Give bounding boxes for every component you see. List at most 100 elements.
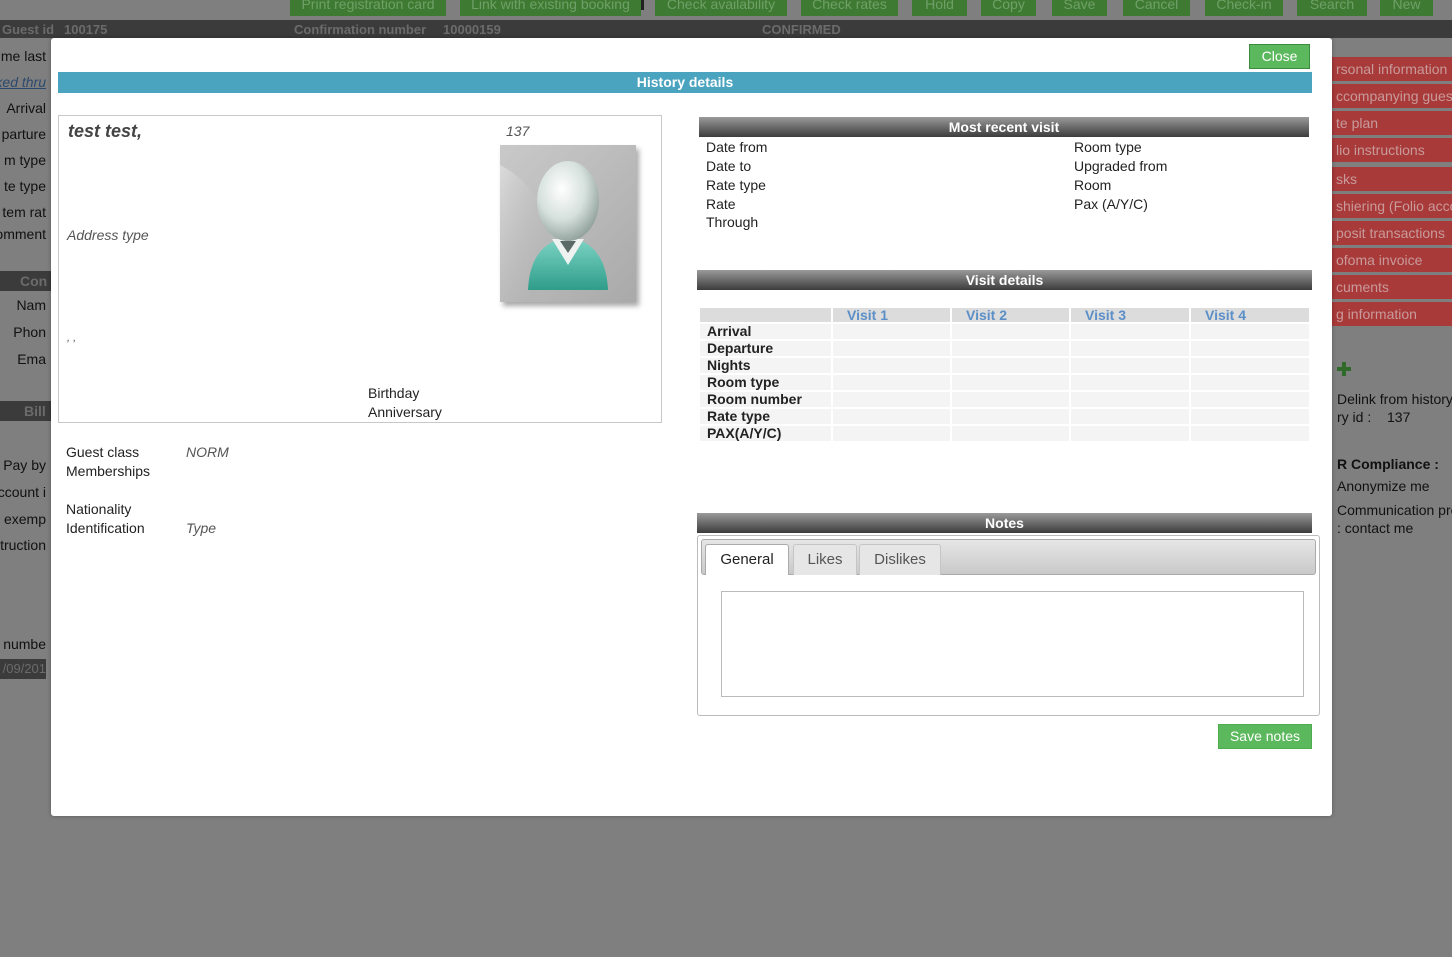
table-cell <box>833 358 950 373</box>
bg-label: m type <box>3 152 46 168</box>
identification-type-value: Type <box>186 520 217 536</box>
table-cell <box>833 324 950 339</box>
anonymize-option[interactable]: Anonymize me <box>1337 478 1430 494</box>
menu-tasks[interactable]: sks <box>1332 167 1452 191</box>
search-button[interactable]: Search <box>1297 0 1367 16</box>
check-in-button[interactable]: Check-in <box>1205 0 1283 16</box>
pax-label: Pax (A/Y/C) <box>1074 196 1148 212</box>
bg-label: me last <box>0 48 46 64</box>
table-row: Room number <box>700 392 1309 407</box>
table-corner-cell <box>700 308 831 322</box>
table-cell <box>1191 358 1309 373</box>
tab-general[interactable]: General <box>705 544 789 575</box>
table-cell <box>1071 392 1189 407</box>
row-label-arrival: Arrival <box>700 324 831 339</box>
menu-billing-information[interactable]: g information <box>1332 302 1452 326</box>
visit-details-table: Visit 1 Visit 2 Visit 3 Visit 4 Arrival … <box>698 306 1311 443</box>
table-cell <box>833 341 950 356</box>
row-label-room-type: Room type <box>700 375 831 390</box>
table-cell <box>1191 426 1309 441</box>
menu-folio-instructions[interactable]: lio instructions <box>1332 138 1452 162</box>
notes-header: Notes <box>697 513 1312 533</box>
check-availability-button[interactable]: Check availability <box>655 0 787 16</box>
table-cell <box>1191 324 1309 339</box>
person-icon <box>500 161 608 302</box>
table-cell <box>833 375 950 390</box>
bg-link[interactable]: ked thru <box>0 74 46 90</box>
address-line: , , <box>67 332 77 344</box>
table-cell <box>952 341 1069 356</box>
print-registration-card-button[interactable]: Print registration card <box>290 0 446 16</box>
bg-section-contact: Con <box>0 271 51 291</box>
table-row: PAX(A/Y/C) <box>700 426 1309 441</box>
bg-section-billing: Bill <box>0 401 51 421</box>
add-icon[interactable] <box>1337 362 1351 376</box>
tab-dislikes[interactable]: Dislikes <box>859 544 941 575</box>
guest-id: 137 <box>506 123 530 139</box>
menu-accompanying-guests[interactable]: ccompanying guests <box>1332 84 1452 108</box>
visit-2-header: Visit 2 <box>952 308 1069 322</box>
table-cell <box>1191 392 1309 407</box>
bg-label: Ema <box>17 351 46 367</box>
reservation-status: CONFIRMED <box>762 22 841 37</box>
memberships-label: Memberships <box>66 463 151 479</box>
table-row: Arrival <box>700 324 1309 339</box>
notes-tabs: General Likes Dislikes <box>701 539 1316 575</box>
table-cell <box>1071 324 1189 339</box>
check-rates-button[interactable]: Check rates <box>801 0 898 16</box>
modal-title: History details <box>58 72 1312 93</box>
delink-history-link[interactable]: Delink from history <box>1337 391 1452 407</box>
table-cell <box>1071 375 1189 390</box>
guest-name: test test, <box>68 121 143 141</box>
bg-label: truction <box>0 537 46 553</box>
tab-likes[interactable]: Likes <box>793 544 857 575</box>
table-cell <box>1191 341 1309 356</box>
communication-option[interactable]: Communication pre <box>1337 502 1452 518</box>
table-row: Rate type <box>700 409 1309 424</box>
copy-button[interactable]: Copy <box>981 0 1036 16</box>
avatar <box>500 145 636 302</box>
table-row: Nights <box>700 358 1309 373</box>
row-label-departure: Departure <box>700 341 831 356</box>
rate-label: Rate <box>706 196 736 212</box>
link-existing-booking-button[interactable]: Link with existing booking <box>460 0 641 16</box>
birthday-label: Birthday <box>368 385 420 401</box>
hold-button[interactable]: Hold <box>912 0 967 16</box>
close-button[interactable]: Close <box>1249 44 1310 69</box>
menu-cashiering[interactable]: shiering (Folio acco <box>1332 194 1452 218</box>
table-cell <box>952 375 1069 390</box>
menu-personal-information[interactable]: rsonal information <box>1332 57 1452 81</box>
history-id-label: ry id : <box>1337 409 1372 425</box>
table-row: Room type <box>700 375 1309 390</box>
save-button[interactable]: Save <box>1052 0 1107 16</box>
bg-date-field[interactable]: /09/201 <box>0 659 46 679</box>
menu-proforma-invoice[interactable]: ofoma invoice <box>1332 248 1452 272</box>
table-cell <box>833 426 950 441</box>
contact-option[interactable]: : contact me <box>1337 520 1413 536</box>
guest-id-value: 100175 <box>64 22 108 37</box>
save-notes-button[interactable]: Save notes <box>1218 724 1312 749</box>
table-cell <box>1071 341 1189 356</box>
menu-rate-plan[interactable]: te plan <box>1332 111 1452 135</box>
bg-label: te type <box>3 178 46 194</box>
guest-class-value: NORM <box>186 444 229 460</box>
bg-label: Nam <box>16 297 46 313</box>
through-label: Through <box>706 214 759 230</box>
bg-label: parture <box>1 126 46 142</box>
new-button[interactable]: New <box>1380 0 1433 16</box>
table-cell <box>952 324 1069 339</box>
notes-textarea[interactable] <box>721 591 1304 697</box>
visit-1-header: Visit 1 <box>833 308 950 322</box>
most-recent-visit-header: Most recent visit <box>699 117 1309 137</box>
bg-label: x exemp <box>0 511 46 527</box>
cancel-button[interactable]: Cancel <box>1123 0 1190 16</box>
bg-label: Phon <box>13 324 46 340</box>
row-label-room-number: Room number <box>700 392 831 407</box>
bg-label: numbe <box>3 636 46 652</box>
compliance-title: R Compliance : <box>1337 456 1439 472</box>
reservation-info-bar: Guest id 100175 Confirmation number 1000… <box>0 20 1452 38</box>
visit-details-header: Visit details <box>697 270 1312 290</box>
menu-deposit-transactions[interactable]: posit transactions <box>1332 221 1452 245</box>
table-cell <box>952 409 1069 424</box>
menu-documents[interactable]: cuments <box>1332 275 1452 299</box>
